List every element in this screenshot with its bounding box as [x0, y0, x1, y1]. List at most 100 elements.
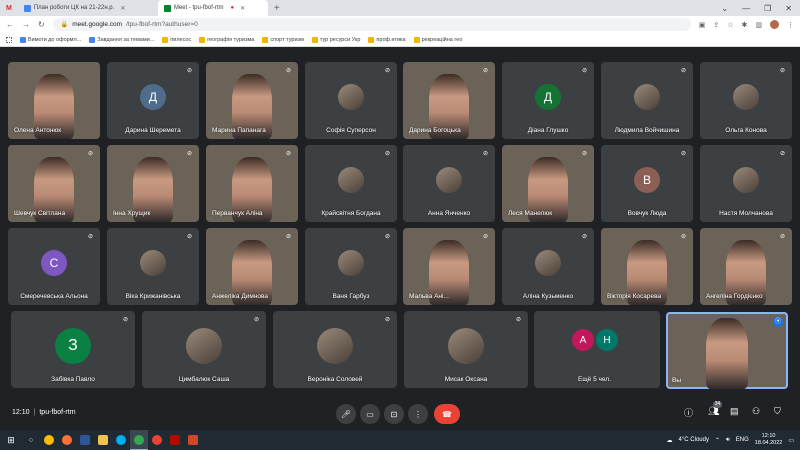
- bookmark-item[interactable]: проф.етика: [368, 36, 406, 43]
- apps-bookmark[interactable]: [6, 36, 12, 43]
- participant-tile[interactable]: ⊘ Анна Янченко: [403, 145, 495, 222]
- participant-name: Інна Хрущик: [113, 210, 151, 217]
- participant-tile[interactable]: ⊘ Перванчук Аліна: [206, 145, 298, 222]
- language-indicator[interactable]: ENG: [736, 437, 749, 443]
- participant-tile[interactable]: ⊘ Вероніка Соловей: [273, 311, 397, 388]
- clock[interactable]: 12:10 18.04.2022: [755, 433, 783, 447]
- participant-tile[interactable]: ⊘ Цимбалюк Саша: [142, 311, 266, 388]
- participant-tile[interactable]: ⊘ Ваня Гарбуз: [305, 228, 397, 305]
- acrobat-icon[interactable]: [166, 430, 184, 450]
- close-tab-icon[interactable]: ✕: [240, 5, 245, 12]
- participant-photo: [634, 83, 660, 110]
- bookmark-item[interactable]: географія туризма: [199, 36, 254, 43]
- tab-meet[interactable]: Meet - tpu-fbof-rtm ● ✕: [157, 0, 268, 16]
- self-tile[interactable]: ⦿ Вы: [666, 312, 788, 389]
- reload-icon[interactable]: ↻: [38, 20, 45, 29]
- close-tab-icon[interactable]: ✕: [120, 5, 125, 12]
- share-icon[interactable]: ⇪: [713, 21, 719, 29]
- participant-tile[interactable]: ⊘ Ольга Конова: [700, 62, 792, 139]
- present-button[interactable]: ⊡: [384, 404, 404, 424]
- minimize-icon[interactable]: —: [742, 4, 750, 13]
- bookmark-item[interactable]: пилесос: [162, 36, 191, 43]
- chrome-icon[interactable]: [40, 430, 58, 450]
- participant-tile[interactable]: ⊘ Ангеліна Гордієнко: [700, 228, 792, 305]
- mic-button[interactable]: 🎤︎: [336, 404, 356, 424]
- participant-tile[interactable]: ⊘ Софія Суперсон: [305, 62, 397, 139]
- new-tab-button[interactable]: +: [268, 3, 286, 14]
- chrome-active-icon[interactable]: [130, 430, 148, 450]
- bookmark-item[interactable]: спорт туризм: [262, 36, 304, 43]
- camera-button[interactable]: ▭: [360, 404, 380, 424]
- bookmark-item[interactable]: Вимоги до оформл...: [20, 36, 81, 43]
- menu-icon[interactable]: ⋮: [787, 21, 794, 29]
- participant-tile[interactable]: ⊘ Крайсвітня Богдана: [305, 145, 397, 222]
- firefox-icon[interactable]: [58, 430, 76, 450]
- participant-tile[interactable]: ⊘ Дарина Богоцька: [403, 62, 495, 139]
- participant-tile[interactable]: ⊘ Вікторія Косарева: [601, 228, 693, 305]
- host-controls-icon[interactable]: ⛉: [774, 406, 781, 417]
- participant-tile[interactable]: С ⊘ Смеречевська Альона: [8, 228, 100, 305]
- participant-name: Цимбалюк Саша: [178, 376, 230, 383]
- powerpoint-icon[interactable]: [184, 430, 202, 450]
- url-input[interactable]: 🔒 meet.google.com/tpu-fbof-rtm?authuser=…: [52, 18, 691, 31]
- tab-plan[interactable]: План роботи ЦК на 21-22н.р. ✕: [18, 0, 158, 16]
- camera-indicator-icon[interactable]: ▣: [699, 21, 706, 29]
- folder-icon: [413, 36, 420, 43]
- back-icon[interactable]: ←: [6, 20, 14, 29]
- phone-hangup-icon: ☎: [442, 409, 452, 419]
- close-window-icon[interactable]: ✕: [785, 4, 792, 13]
- more-options-button[interactable]: ⋮: [408, 404, 428, 424]
- participant-tile[interactable]: З ⊘ Забівка Павло: [11, 311, 135, 388]
- notifications-icon[interactable]: ▭: [788, 437, 794, 444]
- participant-tile[interactable]: ⊘ Анжеліка Димнова: [206, 228, 298, 305]
- extensions-icon[interactable]: ✱: [742, 21, 748, 29]
- folder-icon: [162, 36, 169, 43]
- search-icon[interactable]: ○: [22, 430, 40, 450]
- leave-call-button[interactable]: ☎: [434, 404, 460, 424]
- forward-icon[interactable]: →: [22, 20, 30, 29]
- others-tile[interactable]: А Н Ещё 5 чел.: [534, 311, 660, 388]
- skype-icon[interactable]: [112, 430, 130, 450]
- bookmark-label: Завдання за темами...: [97, 36, 155, 43]
- system-tray: ☁ 4°C Cloudy ⌃ 🔊︎ ENG 12:10 18.04.2022 ▭: [667, 433, 800, 447]
- participant-tile[interactable]: Д ⊘ Діана Глушко: [502, 62, 594, 139]
- participant-tile[interactable]: ⊘ Марина Папанага: [206, 62, 298, 139]
- participant-tile[interactable]: ⊘ Мисак Оксана: [404, 311, 528, 388]
- participant-tile[interactable]: ⊘ Віка Крижанівська: [107, 228, 199, 305]
- tab-search-icon[interactable]: ⌄: [721, 4, 728, 13]
- participant-tile[interactable]: ⊘ Аліна Кузьменко: [502, 228, 594, 305]
- info-icon[interactable]: ⓘ: [684, 406, 693, 419]
- weather-text[interactable]: 4°C Cloudy: [679, 437, 709, 443]
- participant-name: Забівка Павло: [51, 376, 95, 383]
- bookmark-label: рекреаційна гео: [421, 36, 463, 43]
- participant-tile[interactable]: ⊘ Шевчук Світлана: [8, 145, 100, 222]
- participant-tile[interactable]: ⊘ Інна Хрущик: [107, 145, 199, 222]
- word-icon[interactable]: [76, 430, 94, 450]
- bookmark-item[interactable]: Завдання за темами...: [89, 36, 155, 43]
- profile-avatar[interactable]: [770, 20, 779, 29]
- participant-tile[interactable]: Олена Антонюк: [8, 62, 100, 139]
- participant-tile[interactable]: Д ⊘ Дарина Шереметa: [107, 62, 199, 139]
- windows-start-icon[interactable]: ⊞: [0, 430, 22, 450]
- sidebar-icon[interactable]: ▥: [755, 21, 762, 29]
- star-icon[interactable]: ☆: [727, 21, 733, 29]
- bookmark-item[interactable]: тур ресурси Укр: [311, 36, 360, 43]
- volume-icon[interactable]: 🔊︎: [726, 437, 730, 444]
- activities-icon[interactable]: ⚇: [752, 406, 760, 417]
- participant-tile[interactable]: ⊘ Настя Молчанова: [700, 145, 792, 222]
- meet-grid: А Н Ещё 5 чел. ⦿ Вы Олена Антонюк Д ⊘ Дарин…: [0, 47, 800, 430]
- participant-tile[interactable]: ⊘ Людмила Войчишина: [601, 62, 693, 139]
- maximize-icon[interactable]: ❐: [764, 4, 771, 13]
- participant-avatar: Н: [596, 329, 618, 351]
- gmail-tab[interactable]: M: [0, 0, 18, 16]
- participant-photo: [448, 327, 484, 364]
- chrome-2-icon[interactable]: [148, 430, 166, 450]
- tray-up-icon[interactable]: ⌃: [715, 437, 720, 444]
- explorer-icon[interactable]: [94, 430, 112, 450]
- chat-icon[interactable]: ▤: [730, 406, 739, 417]
- participant-tile[interactable]: ⊘ Леся Манелюк: [502, 145, 594, 222]
- bookmark-item[interactable]: рекреаційна гео: [413, 36, 463, 43]
- participant-tile[interactable]: ⊘ Мальва Ані...: [403, 228, 495, 305]
- participant-tile[interactable]: В ⊘ Вовчук Люда: [601, 145, 693, 222]
- participant-name: Смеречевська Альона: [20, 293, 88, 300]
